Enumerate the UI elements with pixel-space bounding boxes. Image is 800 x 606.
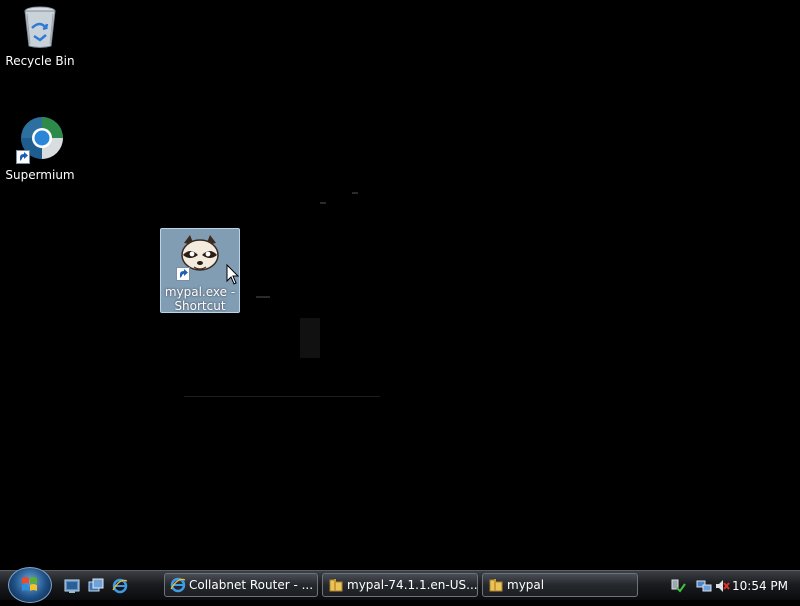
supermium-label: Supermium (5, 168, 75, 182)
internet-explorer-icon[interactable] (112, 578, 128, 594)
recycle-bin-label: Recycle Bin (5, 54, 75, 68)
folder-icon (488, 577, 504, 593)
safely-remove-hardware-icon[interactable] (670, 578, 686, 594)
desktop[interactable]: Recycle Bin Supermium mypal.exe - Shortc… (0, 0, 800, 570)
screen-artifact (352, 192, 358, 194)
task-label: mypal-74.1.1.en-US.... (347, 578, 478, 592)
taskbar-button-collabnet-router[interactable]: Collabnet Router - ... (164, 573, 318, 597)
recycle-bin-icon (16, 2, 64, 50)
volume-muted-icon[interactable] (714, 578, 730, 594)
taskbar: Collabnet Router - ... mypal-74.1.1.en-U… (0, 567, 800, 603)
internet-explorer-icon (170, 577, 186, 593)
shortcut-arrow-icon (176, 267, 190, 281)
clock[interactable]: 10:54 PM (732, 571, 788, 601)
system-tray: 10:54 PM (664, 571, 800, 601)
taskbar-button-mypal[interactable]: mypal (482, 573, 638, 597)
folder-icon (328, 577, 344, 593)
screen-artifact (184, 396, 380, 397)
show-desktop-icon[interactable] (64, 578, 80, 594)
raccoon-icon (176, 233, 224, 281)
windows-logo-icon (22, 577, 37, 591)
mouse-pointer-icon (226, 263, 240, 286)
screen-artifact (256, 296, 270, 298)
start-button[interactable] (8, 567, 52, 603)
switch-windows-icon[interactable] (88, 578, 104, 594)
recycle-bin-shortcut[interactable]: Recycle Bin (0, 2, 80, 68)
task-label: mypal (507, 578, 545, 592)
supermium-icon (16, 116, 64, 164)
screen-artifact (320, 202, 326, 204)
supermium-shortcut[interactable]: Supermium (0, 116, 80, 182)
shortcut-arrow-icon (16, 150, 30, 164)
task-label: Collabnet Router - ... (189, 578, 314, 592)
taskbar-button-mypal-folder[interactable]: mypal-74.1.1.en-US.... (322, 573, 478, 597)
screen-artifact (300, 318, 320, 358)
mypal-label: mypal.exe - Shortcut (164, 285, 236, 313)
network-icon[interactable] (696, 578, 712, 594)
